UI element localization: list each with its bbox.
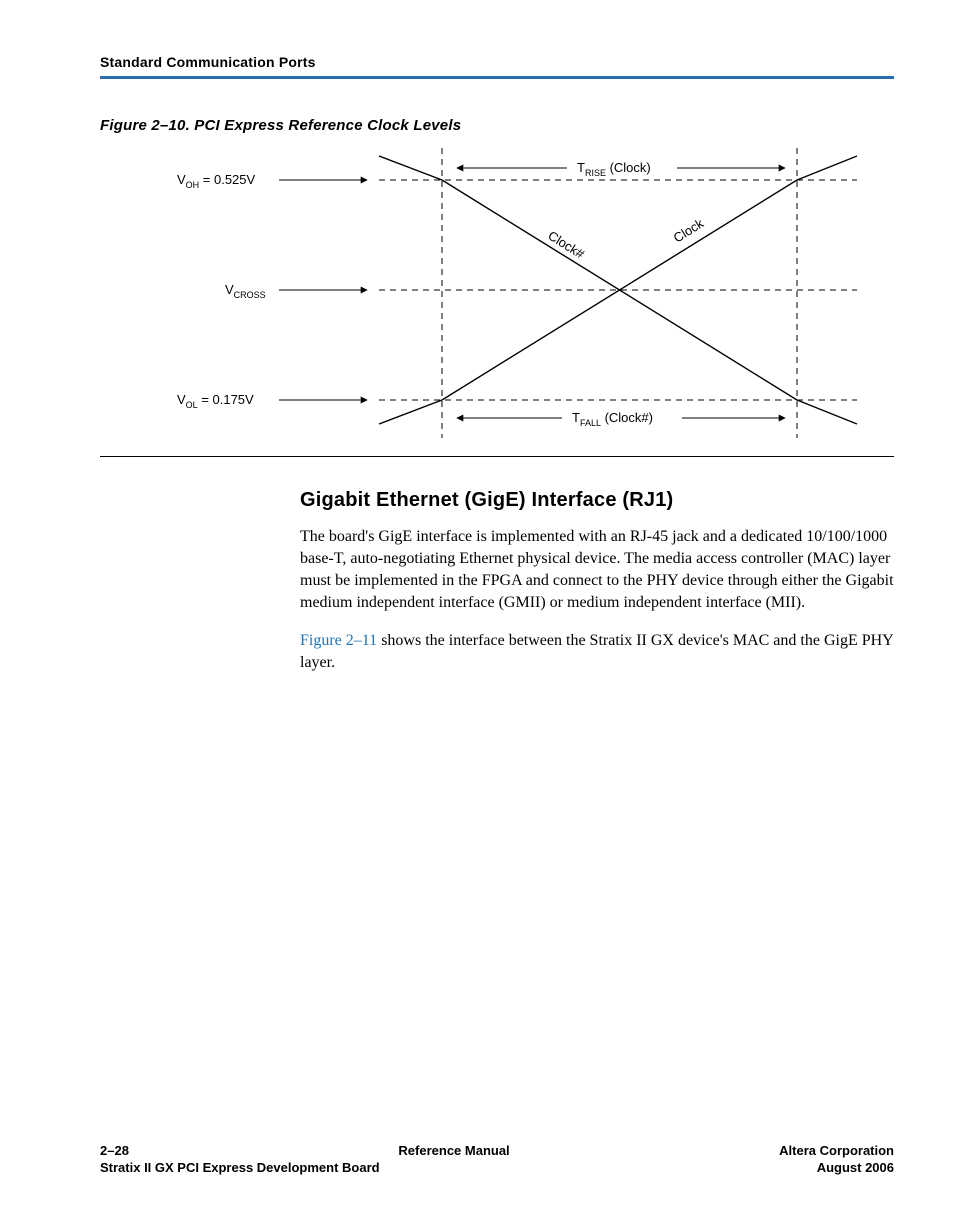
tfall-sub: FALL <box>580 418 601 428</box>
section-heading-gige: Gigabit Ethernet (GigE) Interface (RJ1) <box>300 489 894 512</box>
vcross-sub: CROSS <box>234 290 266 300</box>
voh-sub: OH <box>186 180 200 190</box>
svg-text:VOH = 0.525V: VOH = 0.525V <box>177 172 256 190</box>
vol-symbol: V <box>177 392 186 407</box>
page-footer: 2–28 Reference Manual Altera Corporation… <box>100 1142 894 1177</box>
running-head: Standard Communication Ports <box>100 54 894 70</box>
svg-text:TRISE (Clock): TRISE (Clock) <box>577 160 651 178</box>
paragraph-gige-figure-rest: shows the interface between the Stratix … <box>300 632 893 671</box>
tfall-after: (Clock#) <box>601 410 653 425</box>
clock-levels-diagram: VOH = 0.525V VCROSS VOL = 0.175V <box>117 138 877 448</box>
svg-text:VCROSS: VCROSS <box>225 282 266 300</box>
figure-2-10: VOH = 0.525V VCROSS VOL = 0.175V <box>100 138 894 457</box>
vcross-symbol: V <box>225 282 234 297</box>
figure-caption: Figure 2–10. PCI Express Reference Clock… <box>100 117 894 134</box>
tfall-symbol: T <box>572 410 580 425</box>
clock-label: Clock <box>671 215 707 245</box>
paragraph-gige-figure-ref: Figure 2–11 shows the interface between … <box>300 630 894 674</box>
voh-val: = 0.525V <box>199 172 255 187</box>
header-rule <box>100 76 894 79</box>
trise-after: (Clock) <box>606 160 651 175</box>
svg-text:TFALL (Clock#): TFALL (Clock#) <box>572 410 653 428</box>
svg-text:VOL = 0.175V: VOL = 0.175V <box>177 392 254 410</box>
trise-sub: RISE <box>585 168 606 178</box>
footer-company: Altera Corporation <box>779 1142 894 1160</box>
footer-date: August 2006 <box>817 1159 894 1177</box>
footer-center-title: Reference Manual <box>129 1142 779 1160</box>
trise-symbol: T <box>577 160 585 175</box>
vol-sub: OL <box>186 400 198 410</box>
paragraph-gige-intro: The board's GigE interface is implemente… <box>300 526 894 614</box>
footer-doc-title: Stratix II GX PCI Express Development Bo… <box>100 1159 380 1177</box>
figure-2-11-link[interactable]: Figure 2–11 <box>300 632 377 649</box>
voh-symbol: V <box>177 172 186 187</box>
footer-page-number: 2–28 <box>100 1142 129 1160</box>
vol-val: = 0.175V <box>198 392 254 407</box>
